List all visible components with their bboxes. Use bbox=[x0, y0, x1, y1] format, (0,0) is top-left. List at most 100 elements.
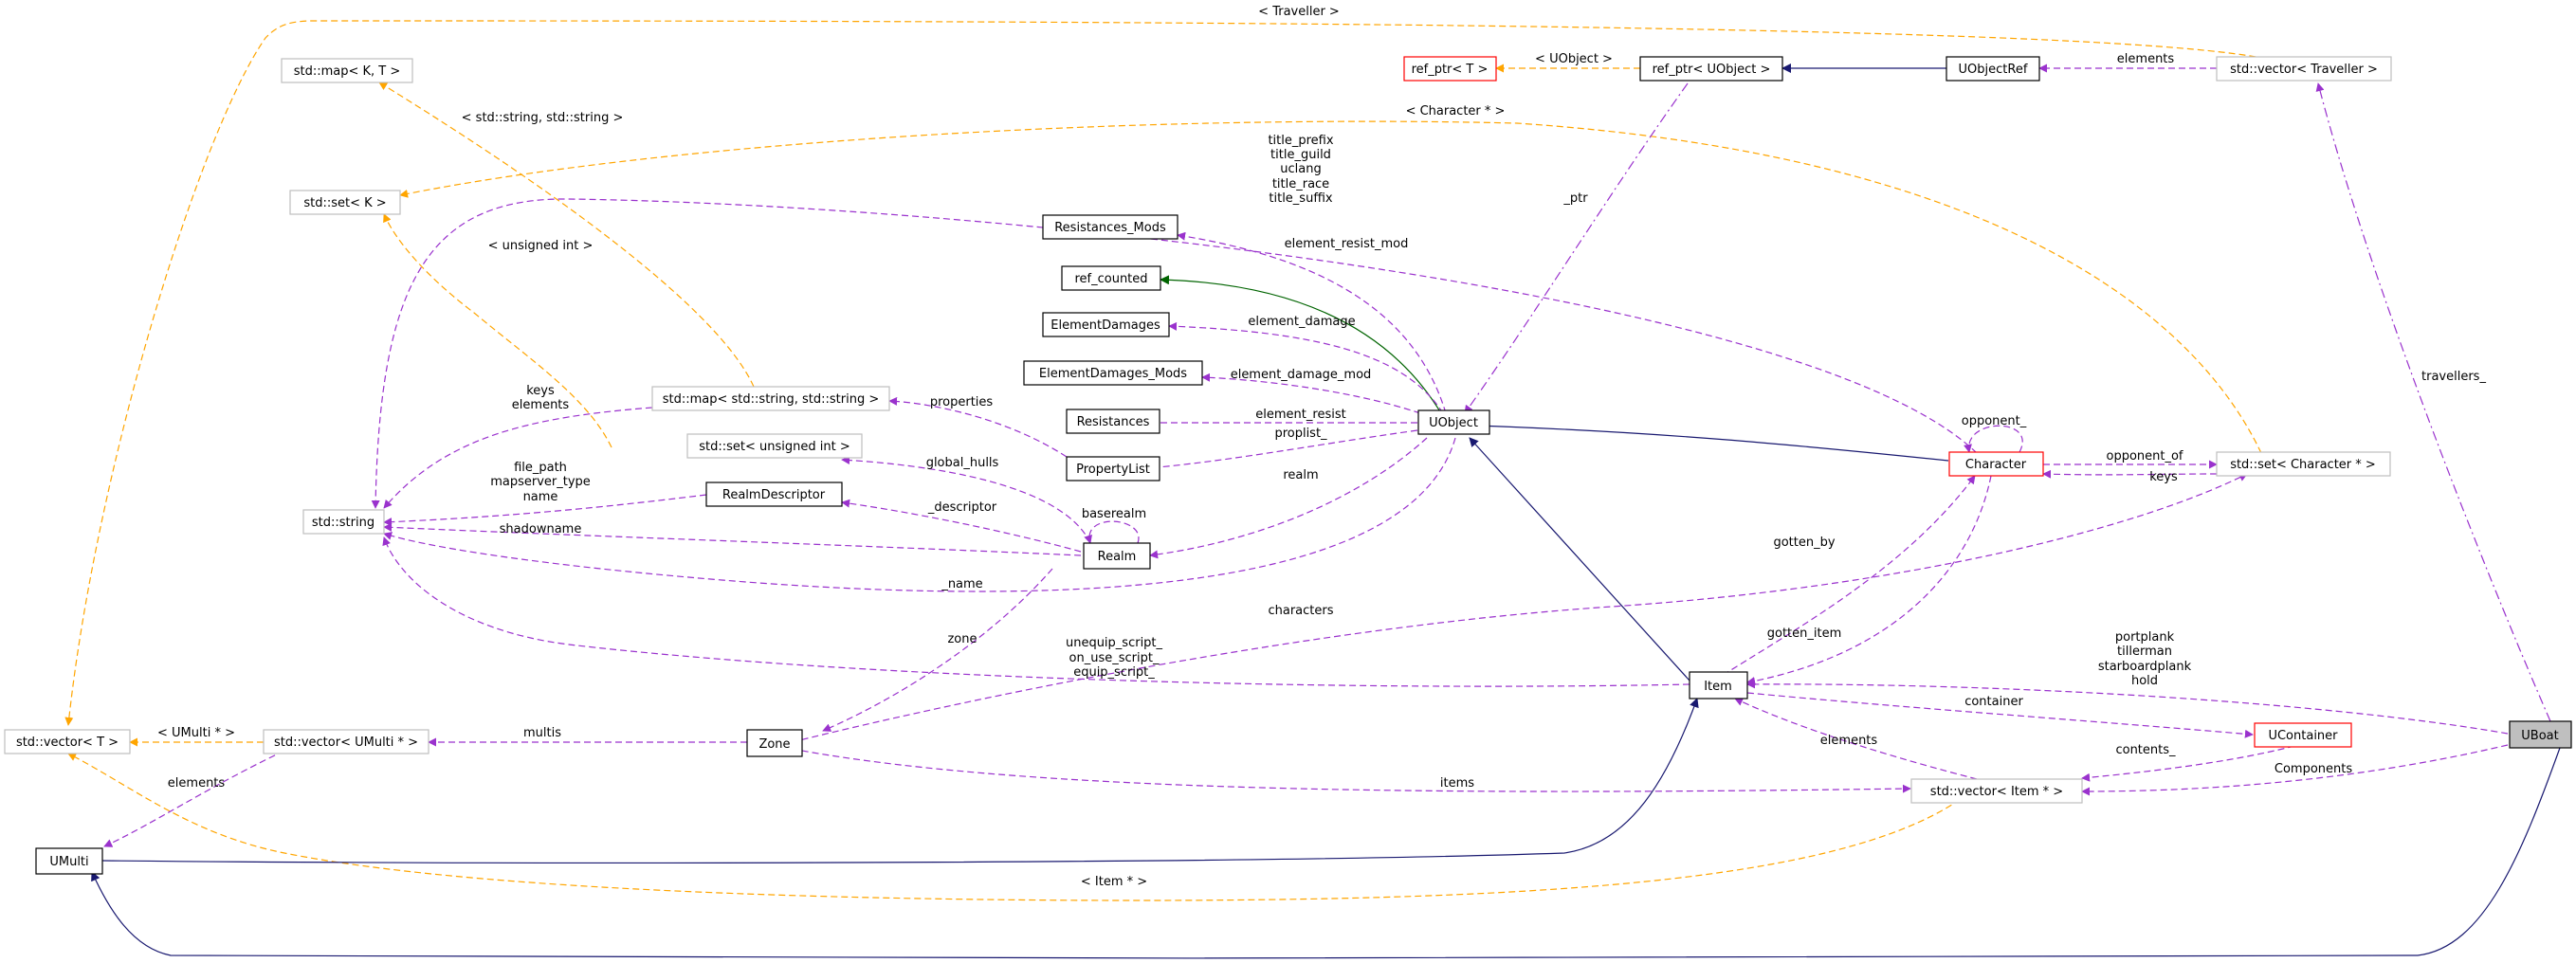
label-contents: contents_ bbox=[2115, 743, 2176, 757]
label-gotten-item: gotten_item bbox=[1767, 627, 1842, 641]
node-ref-ptr-uobject[interactable]: ref_ptr< UObject > bbox=[1639, 56, 1783, 82]
label-title-race: title_race bbox=[1272, 177, 1329, 191]
edge-titles bbox=[371, 198, 1978, 509]
label-properties: properties bbox=[930, 395, 994, 409]
node-character[interactable]: Character bbox=[1948, 451, 2044, 477]
node-item[interactable]: Item bbox=[1689, 671, 1748, 700]
node-ref-counted[interactable]: ref_counted bbox=[1061, 265, 1161, 291]
label-zone: zone bbox=[947, 632, 977, 646]
svg-text:Character: Character bbox=[1965, 458, 2027, 472]
node-realmdescriptor[interactable]: RealmDescriptor bbox=[705, 482, 843, 507]
label-uobject-tmpl: < UObject > bbox=[1535, 52, 1613, 66]
label-equip-script: equip_script_ bbox=[1073, 665, 1155, 680]
svg-text:RealmDescriptor: RealmDescriptor bbox=[722, 488, 826, 502]
node-std-map-kt[interactable]: std::map< K, T > bbox=[281, 58, 413, 83]
label-descriptor: _descriptor bbox=[927, 500, 997, 515]
label-unsigned-int: < unsigned int > bbox=[488, 239, 594, 253]
node-ref-ptr-t[interactable]: ref_ptr< T > bbox=[1403, 56, 1497, 82]
label-keys-set: keys bbox=[2149, 470, 2178, 484]
label-character-ptr: < Character * > bbox=[1406, 104, 1506, 118]
edge-item-ptr bbox=[67, 753, 1978, 901]
node-uboat[interactable]: UBoat bbox=[2509, 720, 2572, 749]
edge-baserealm bbox=[1084, 520, 1140, 544]
edge-items bbox=[791, 748, 1911, 793]
svg-text:std::set< K >: std::set< K > bbox=[303, 196, 386, 210]
svg-text:UMulti: UMulti bbox=[49, 855, 88, 869]
label-opponent-of: opponent_of bbox=[2106, 449, 2183, 463]
label-baserealm: baserealm bbox=[1082, 507, 1146, 521]
label-keys-map: keys bbox=[526, 384, 555, 398]
label-title-suffix: title_suffix bbox=[1269, 191, 1332, 206]
node-vector-item[interactable]: std::vector< Item * > bbox=[1910, 778, 2083, 804]
label-portplank: portplank bbox=[2115, 630, 2175, 645]
node-vector-traveller[interactable]: std::vector< Traveller > bbox=[2216, 56, 2392, 82]
svg-text:std::vector< Traveller >: std::vector< Traveller > bbox=[2230, 63, 2378, 77]
node-uobject[interactable]: UObject bbox=[1417, 409, 1490, 435]
label-title-guild: title_guild bbox=[1270, 148, 1331, 162]
svg-text:std::set< unsigned int >: std::set< unsigned int > bbox=[699, 440, 850, 454]
label-multis: multis bbox=[523, 726, 561, 740]
node-vector-umulti[interactable]: std::vector< UMulti * > bbox=[263, 729, 429, 754]
label-element-resist-mod: element_resist_mod bbox=[1285, 237, 1409, 251]
node-umulti[interactable]: UMulti bbox=[35, 847, 103, 875]
svg-text:std::string: std::string bbox=[312, 516, 375, 530]
svg-text:UObject: UObject bbox=[1429, 416, 1478, 430]
node-resistances[interactable]: Resistances bbox=[1066, 409, 1160, 434]
node-elementdamages-mods[interactable]: ElementDamages_Mods bbox=[1023, 360, 1203, 386]
svg-text:Item: Item bbox=[1704, 680, 1732, 694]
node-map-string-string[interactable]: std::map< std::string, std::string > bbox=[651, 386, 890, 411]
label-string-string: < std::string, std::string > bbox=[462, 111, 624, 125]
svg-text:std::vector< T >: std::vector< T > bbox=[16, 736, 119, 750]
node-realm[interactable]: Realm bbox=[1083, 542, 1151, 570]
label-hold: hold bbox=[2131, 674, 2158, 688]
edge-uboat-item bbox=[1746, 680, 2509, 735]
label-elements-items: elements bbox=[1820, 734, 1878, 748]
node-std-string[interactable]: std::string bbox=[302, 509, 385, 535]
svg-text:UContainer: UContainer bbox=[2268, 729, 2338, 743]
edge-proplist bbox=[1121, 429, 1418, 474]
svg-text:Zone: Zone bbox=[758, 737, 790, 752]
svg-text:ref_ptr< T >: ref_ptr< T > bbox=[1412, 63, 1489, 77]
label-elements-umulti: elements bbox=[168, 776, 226, 790]
label-element-resist: element_resist bbox=[1255, 408, 1345, 422]
svg-text:ref_counted: ref_counted bbox=[1074, 272, 1147, 286]
label-name: _name bbox=[941, 577, 982, 591]
label-title-prefix: title_prefix bbox=[1268, 134, 1333, 148]
node-set-character[interactable]: std::set< Character * > bbox=[2216, 451, 2391, 477]
svg-text:std::set< Character * >: std::set< Character * > bbox=[2230, 458, 2376, 472]
node-elementdamages[interactable]: ElementDamages bbox=[1042, 312, 1170, 337]
edge-travellers bbox=[2315, 82, 2551, 722]
node-ucontainer[interactable]: UContainer bbox=[2254, 722, 2352, 748]
svg-text:Resistances_Mods: Resistances_Mods bbox=[1054, 221, 1166, 235]
label-ptr: _ptr bbox=[1562, 191, 1588, 206]
node-vector-t[interactable]: std::vector< T > bbox=[4, 729, 131, 754]
collaboration-diagram: < Traveller > < UObject > elements < std… bbox=[4, 5, 2572, 959]
edge-keys-elements bbox=[383, 407, 653, 509]
edge-shadowname bbox=[383, 522, 1082, 556]
node-uobjectref[interactable]: UObjectRef bbox=[1946, 56, 2040, 82]
label-name-rd: name bbox=[523, 490, 558, 504]
edge-characters bbox=[791, 473, 2248, 743]
svg-text:std::vector< Item * >: std::vector< Item * > bbox=[1930, 785, 2063, 799]
node-propertylist[interactable]: PropertyList bbox=[1066, 456, 1160, 482]
svg-text:PropertyList: PropertyList bbox=[1076, 463, 1150, 477]
node-resistances-mods[interactable]: Resistances_Mods bbox=[1042, 214, 1178, 240]
node-zone[interactable]: Zone bbox=[746, 729, 803, 757]
label-umulti-ptr: < UMulti * > bbox=[157, 726, 235, 740]
edge-zone-realm bbox=[822, 568, 1053, 732]
edge-contents bbox=[2081, 745, 2295, 782]
svg-text:UObjectRef: UObjectRef bbox=[1959, 63, 2028, 77]
label-file-path: file_path bbox=[514, 461, 567, 475]
svg-text:std::vector< UMulti * >: std::vector< UMulti * > bbox=[274, 736, 418, 750]
node-std-set-k[interactable]: std::set< K > bbox=[289, 190, 401, 215]
svg-text:Resistances: Resistances bbox=[1077, 415, 1150, 429]
label-container: container bbox=[1964, 695, 2023, 709]
label-elements-map: elements bbox=[512, 398, 570, 412]
label-element-damage-mod: element_damage_mod bbox=[1231, 368, 1372, 382]
svg-text:ref_ptr< UObject >: ref_ptr< UObject > bbox=[1653, 63, 1771, 77]
label-item-ptr: < Item * > bbox=[1081, 875, 1147, 889]
label-characters: characters bbox=[1268, 604, 1333, 618]
edge-scripts bbox=[382, 536, 1690, 687]
node-set-unsigned[interactable]: std::set< unsigned int > bbox=[686, 433, 863, 459]
label-components: Components bbox=[2275, 762, 2352, 776]
